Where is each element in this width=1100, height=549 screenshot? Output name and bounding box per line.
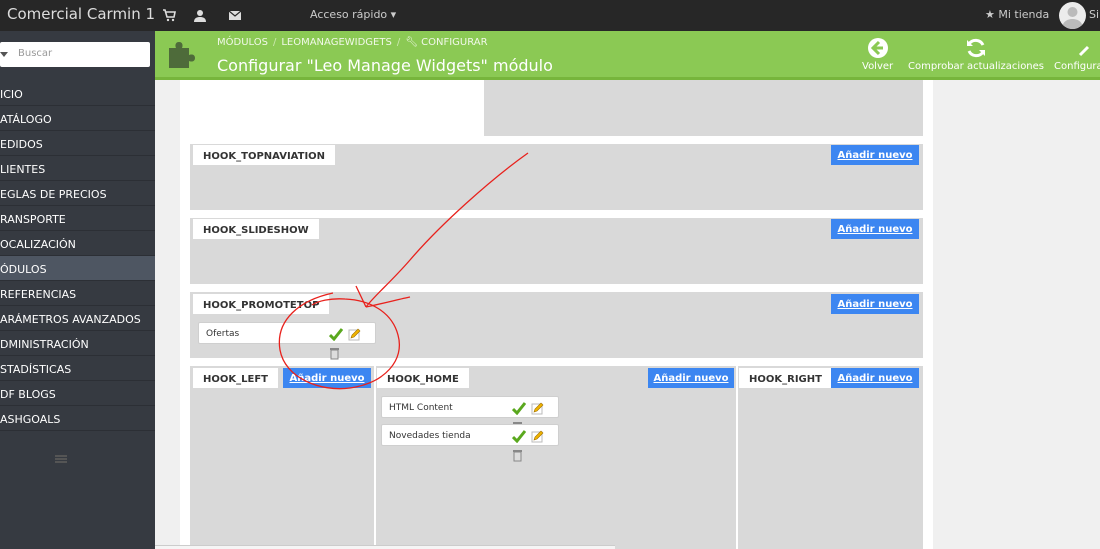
add-widget-topnavigation-button[interactable]: Añadir nuevo xyxy=(831,145,919,165)
sidebar-item-reglas-precios[interactable]: EGLAS DE PRECIOS xyxy=(0,181,155,206)
add-widget-slideshow-button[interactable]: Añadir nuevo xyxy=(831,219,919,239)
wrench-tool-icon xyxy=(1078,45,1090,57)
hook-home-label: HOOK_HOME xyxy=(377,368,469,388)
hook-left-label: HOOK_LEFT xyxy=(193,368,278,388)
sidebar-item-catalogo[interactable]: ATÁLOGO xyxy=(0,106,155,131)
sidebar-item-clientes[interactable]: LIENTES xyxy=(0,156,155,181)
hook-slideshow-label: HOOK_SLIDESHOW xyxy=(193,219,319,239)
back-button[interactable]: Volver xyxy=(862,37,893,72)
breadcrumb-module[interactable]: LEOMANAGEWIDGETS xyxy=(281,37,392,48)
check-updates-label: Comprobar actualizaciones xyxy=(908,61,1045,72)
quick-access-label: Acceso rápido xyxy=(310,8,388,21)
chevron-down-icon[interactable] xyxy=(0,52,8,57)
sidebar-item-preferencias[interactable]: REFERENCIAS xyxy=(0,281,155,306)
sidebar-item-dashgoals[interactable]: ASHGOALS xyxy=(0,406,155,431)
widget-item: HTML Content xyxy=(381,396,559,434)
hook-left xyxy=(190,366,374,549)
user-name[interactable]: Si xyxy=(1089,8,1099,21)
edit-pencil-icon[interactable] xyxy=(531,430,544,443)
quick-access-menu[interactable]: Acceso rápido ▾ xyxy=(310,8,396,21)
add-widget-right-button[interactable]: Añadir nuevo xyxy=(831,368,919,388)
page-header: MÓDULOS / LEOMANAGEWIDGETS / 🔧︎ CONFIGURAR C… xyxy=(155,31,1100,80)
wrench-icon: 🔧︎ xyxy=(405,37,418,48)
page-title: Configurar "Leo Manage Widgets" módulo xyxy=(217,56,553,75)
hook-block-top xyxy=(484,80,923,136)
edit-pencil-icon[interactable] xyxy=(348,328,361,341)
top-bar: Comercial Carmin 1 Acceso rápido ▾ ★ Mi … xyxy=(0,0,1100,31)
widget-name: HTML Content xyxy=(389,403,453,413)
avatar-silhouette-icon xyxy=(1062,7,1083,29)
sidebar-item-pedidos[interactable]: EDIDOS xyxy=(0,131,155,156)
sidebar-item-modulos[interactable]: ÓDULOS xyxy=(0,256,155,281)
my-store-label: Mi tienda xyxy=(998,8,1050,21)
back-label: Volver xyxy=(862,61,894,72)
my-store-link[interactable]: ★ Mi tienda xyxy=(985,8,1049,21)
horizontal-scrollbar[interactable] xyxy=(155,545,615,549)
star-icon: ★ xyxy=(985,8,995,21)
edit-pencil-icon[interactable] xyxy=(531,402,544,415)
search-input[interactable]: Buscar xyxy=(18,48,52,59)
hook-right xyxy=(738,366,923,549)
sidebar-item-estadisticas[interactable]: STADÍSTICAS xyxy=(0,356,155,381)
checkmark-icon[interactable] xyxy=(511,401,527,416)
check-updates-button[interactable]: Comprobar actualizaciones xyxy=(908,37,1044,72)
sidebar-item-inicio[interactable]: ICIO xyxy=(0,81,155,106)
envelope-icon[interactable] xyxy=(228,9,242,22)
arrow-left-circle-icon xyxy=(867,38,888,58)
refresh-icon xyxy=(967,38,985,58)
widget-item: Novedades tienda xyxy=(381,424,559,462)
widget-name: Novedades tienda xyxy=(389,431,471,441)
checkmark-icon[interactable] xyxy=(328,327,344,342)
checkmark-icon[interactable] xyxy=(511,429,527,444)
hook-topnavigation-label: HOOK_TOPNAVIATION xyxy=(193,145,336,165)
sidebar: Buscar ICIO ATÁLOGO EDIDOS LIENTES EGLAS… xyxy=(0,31,155,549)
collapse-menu-icon[interactable] xyxy=(55,455,67,463)
sidebar-item-administracion[interactable]: DMINISTRACIÓN xyxy=(0,331,155,356)
add-widget-promotetop-button[interactable]: Añadir nuevo xyxy=(831,294,919,314)
sidebar-item-parametros-avanzados[interactable]: ARÁMETROS AVANZADOS xyxy=(0,306,155,331)
configure-label: Configurar xyxy=(1054,61,1100,72)
avatar[interactable] xyxy=(1059,2,1086,29)
sidebar-item-transporte[interactable]: RANSPORTE xyxy=(0,206,155,231)
hook-promotetop-label: HOOK_PROMOTETOP xyxy=(193,294,330,314)
shop-name[interactable]: Comercial Carmin 1 xyxy=(7,5,155,23)
user-icon[interactable] xyxy=(193,9,207,22)
trash-icon[interactable] xyxy=(512,449,523,462)
breadcrumb-configure: CONFIGURAR xyxy=(421,37,488,48)
sidebar-item-df-blogs[interactable]: DF BLOGS xyxy=(0,381,155,406)
cart-icon[interactable] xyxy=(162,9,176,22)
sidebar-item-localizacion[interactable]: OCALIZACIÓN xyxy=(0,231,155,256)
configure-button[interactable]: Configurar xyxy=(1054,37,1100,72)
search-box[interactable]: Buscar xyxy=(0,42,150,67)
breadcrumb: MÓDULOS / LEOMANAGEWIDGETS / 🔧︎ CONFIGURAR xyxy=(217,37,488,48)
hook-right-label: HOOK_RIGHT xyxy=(739,368,832,388)
add-widget-home-button[interactable]: Añadir nuevo xyxy=(648,368,734,388)
caret-down-icon: ▾ xyxy=(390,8,397,21)
breadcrumb-modules[interactable]: MÓDULOS xyxy=(217,37,268,48)
widget-name: Ofertas xyxy=(206,329,240,339)
add-widget-left-button[interactable]: Añadir nuevo xyxy=(283,368,371,388)
widget-item: Ofertas xyxy=(198,322,376,360)
trash-icon[interactable] xyxy=(329,347,340,360)
puzzle-icon xyxy=(169,42,195,68)
